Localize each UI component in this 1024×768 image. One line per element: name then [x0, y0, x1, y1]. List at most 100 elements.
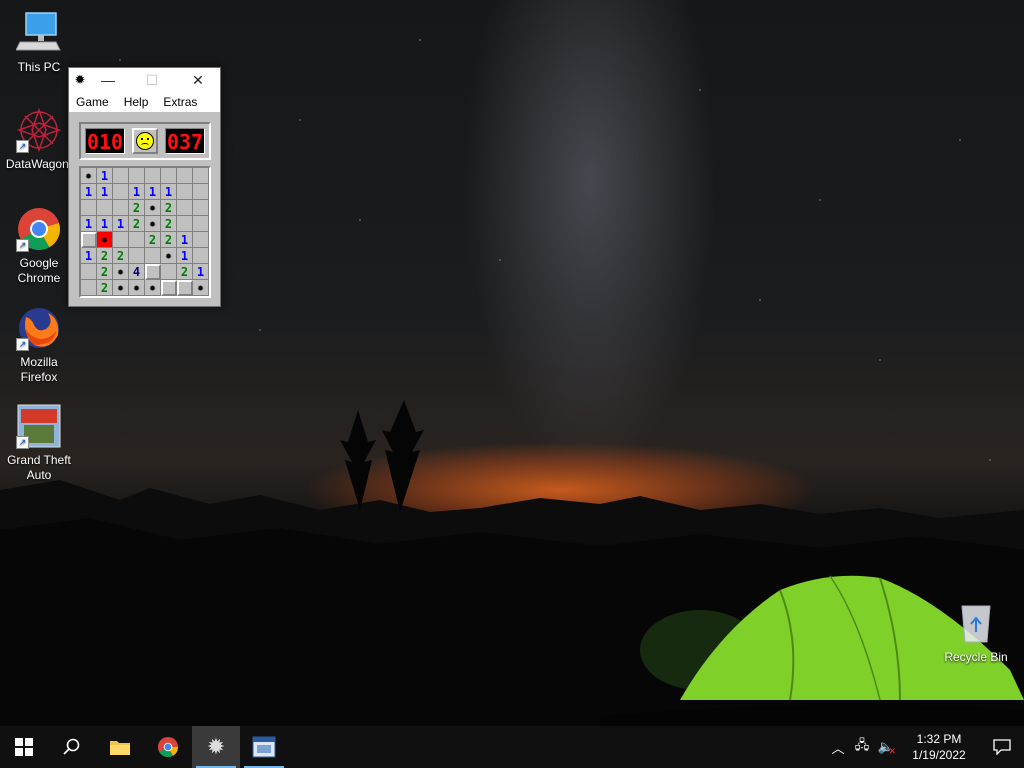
- number-cell[interactable]: 1: [113, 216, 129, 232]
- empty-cell[interactable]: [193, 168, 209, 184]
- empty-cell[interactable]: [193, 248, 209, 264]
- network-icon[interactable]: 🖧: [850, 736, 874, 758]
- number-cell[interactable]: 1: [81, 184, 97, 200]
- wallpaper-landscape: [0, 400, 1024, 726]
- desktop-icon-datawagon[interactable]: ↗ DataWagon.: [1, 107, 77, 172]
- number-cell[interactable]: 1: [177, 248, 193, 264]
- desktop-icon-recycle-bin[interactable]: Recycle Bin: [938, 600, 1014, 664]
- empty-cell[interactable]: [145, 248, 161, 264]
- covered-cell[interactable]: [145, 264, 161, 280]
- number-cell[interactable]: 2: [129, 200, 145, 216]
- window-titlebar[interactable]: ✹ — ☐ ✕: [69, 68, 220, 92]
- menu-help[interactable]: Help: [124, 95, 149, 109]
- empty-cell[interactable]: [193, 184, 209, 200]
- minimize-button[interactable]: —: [89, 68, 127, 92]
- number-cell[interactable]: 1: [145, 184, 161, 200]
- mine-cell[interactable]: ✹: [145, 200, 161, 216]
- number-cell[interactable]: 1: [193, 264, 209, 280]
- taskbar-clock[interactable]: 1:32 PM 1/19/2022: [898, 731, 980, 763]
- mine-cell[interactable]: ✹: [161, 248, 177, 264]
- empty-cell[interactable]: [81, 264, 97, 280]
- mine-cell[interactable]: ✹: [145, 280, 161, 296]
- menu-game[interactable]: Game: [76, 95, 109, 109]
- shortcut-arrow-icon: ↗: [16, 140, 29, 153]
- number-cell[interactable]: 2: [97, 248, 113, 264]
- empty-cell[interactable]: [81, 200, 97, 216]
- number-cell[interactable]: 4: [129, 264, 145, 280]
- number-cell[interactable]: 2: [113, 248, 129, 264]
- start-button[interactable]: [0, 726, 48, 768]
- number-cell[interactable]: 2: [129, 216, 145, 232]
- empty-cell[interactable]: [81, 280, 97, 296]
- number-cell[interactable]: 1: [97, 168, 113, 184]
- computer-icon: [15, 10, 62, 56]
- number-cell[interactable]: 1: [129, 184, 145, 200]
- empty-cell[interactable]: [113, 168, 129, 184]
- number-cell[interactable]: 1: [177, 232, 193, 248]
- empty-cell[interactable]: [177, 200, 193, 216]
- datawagon-icon: ↗: [16, 107, 62, 153]
- empty-cell[interactable]: [129, 168, 145, 184]
- action-center-button[interactable]: [980, 726, 1024, 768]
- empty-cell[interactable]: [177, 216, 193, 232]
- mine-cell[interactable]: ✹: [113, 264, 129, 280]
- empty-cell[interactable]: [129, 248, 145, 264]
- mine-cell[interactable]: ✹: [129, 280, 145, 296]
- empty-cell[interactable]: [193, 216, 209, 232]
- search-button[interactable]: [48, 726, 96, 768]
- number-cell[interactable]: 1: [81, 248, 97, 264]
- empty-cell[interactable]: [193, 232, 209, 248]
- desktop-icon-grand-theft-auto[interactable]: ↗ Grand Theft Auto: [1, 403, 77, 483]
- empty-cell[interactable]: [161, 264, 177, 280]
- close-button[interactable]: ✕: [179, 68, 217, 92]
- number-cell[interactable]: 2: [161, 232, 177, 248]
- number-cell[interactable]: 1: [97, 184, 113, 200]
- taskbar-file-explorer[interactable]: [96, 726, 144, 768]
- shortcut-arrow-icon: ↗: [16, 436, 29, 449]
- mine-cell[interactable]: ✹: [81, 168, 97, 184]
- volume-muted-icon[interactable]: 🔈 ✕: [874, 739, 898, 756]
- empty-cell[interactable]: [145, 168, 161, 184]
- empty-cell[interactable]: [129, 232, 145, 248]
- covered-cell[interactable]: [177, 280, 193, 296]
- number-cell[interactable]: 2: [161, 216, 177, 232]
- chevron-up-icon[interactable]: ︿: [826, 738, 850, 757]
- exploded-mine-cell[interactable]: ✹: [97, 232, 113, 248]
- mine-cell[interactable]: ✹: [193, 280, 209, 296]
- menu-extras[interactable]: Extras: [163, 95, 197, 109]
- empty-cell[interactable]: [177, 184, 193, 200]
- desktop-icon-google-chrome[interactable]: ↗ Google Chrome: [1, 206, 77, 286]
- taskbar-chrome[interactable]: [144, 726, 192, 768]
- empty-cell[interactable]: [113, 200, 129, 216]
- mine-cell[interactable]: ✹: [145, 216, 161, 232]
- windows-logo-icon: [15, 738, 33, 756]
- chrome-icon: [157, 736, 179, 758]
- empty-cell[interactable]: [177, 168, 193, 184]
- number-cell[interactable]: 2: [161, 200, 177, 216]
- number-cell[interactable]: 2: [97, 264, 113, 280]
- empty-cell[interactable]: [97, 200, 113, 216]
- minefield-grid[interactable]: ✹ 1 1 1 1 1 1 2 ✹ 2 1 1 1 2 ✹ 2 ✹ 2 2 1 1 2 2 ✹ 1 2 ✹ 4 2 1 2 ✹ ✹ ✹ ✹: [79, 166, 211, 298]
- desktop-icon-mozilla-firefox[interactable]: ↗ Mozilla Firefox: [1, 305, 77, 385]
- taskbar-datawagon[interactable]: [240, 726, 288, 768]
- covered-cell[interactable]: [161, 280, 177, 296]
- number-cell[interactable]: 2: [145, 232, 161, 248]
- game-header: 010 037: [79, 122, 211, 160]
- minesweeper-window[interactable]: ✹ — ☐ ✕ Game Help Extras 010 037 ✹ 1 1 1 1 1 1…: [68, 67, 221, 307]
- number-cell[interactable]: 1: [97, 216, 113, 232]
- empty-cell[interactable]: [161, 168, 177, 184]
- taskbar-minesweeper[interactable]: ✹: [192, 726, 240, 768]
- number-cell[interactable]: 2: [177, 264, 193, 280]
- desktop-icon-this-pc[interactable]: This PC: [1, 10, 77, 75]
- number-cell[interactable]: 1: [161, 184, 177, 200]
- empty-cell[interactable]: [113, 232, 129, 248]
- mine-cell[interactable]: ✹: [113, 280, 129, 296]
- number-cell[interactable]: 2: [97, 280, 113, 296]
- menu-bar: Game Help Extras: [69, 92, 220, 112]
- reset-face-button[interactable]: [132, 128, 158, 154]
- empty-cell[interactable]: [113, 184, 129, 200]
- notification-icon: [993, 739, 1011, 755]
- covered-cell[interactable]: [81, 232, 97, 248]
- empty-cell[interactable]: [193, 200, 209, 216]
- number-cell[interactable]: 1: [81, 216, 97, 232]
